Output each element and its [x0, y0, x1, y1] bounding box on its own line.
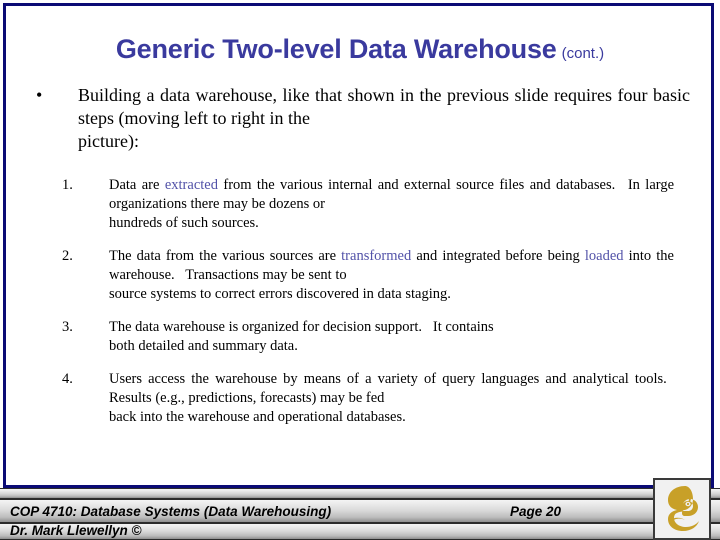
- step-1-line-1-post: from the various internal and external s…: [217, 177, 525, 193]
- intro-bullet-text: Building a data warehouse, like that sho…: [78, 84, 690, 153]
- footer-author-label: Dr. Mark Llewellyn ©: [10, 523, 142, 538]
- step-2-line-3: source systems to correct errors discove…: [109, 286, 451, 302]
- step-3-line-1: The data warehouse is organized for deci…: [109, 319, 494, 335]
- step-1-marker: 1.: [62, 177, 73, 193]
- step-2-line-1-post: and integrated: [411, 248, 501, 264]
- steps-list: 1. Data are extracted from the various i…: [62, 176, 674, 441]
- step-4-line-1: Users access the warehouse by means of a…: [109, 371, 540, 387]
- intro-bullet-line-1: Building a data warehouse, like that sho…: [78, 85, 509, 105]
- step-2-line-1-pre: The data from the various sources are: [109, 248, 342, 264]
- page-title-continued-label: (cont.): [561, 45, 605, 62]
- step-2-line-2-pre: before being: [505, 248, 585, 264]
- step-1-text: Data are extracted from the various inte…: [109, 176, 674, 233]
- list-item: 2. The data from the various sources are…: [62, 247, 674, 304]
- list-item: 3. The data warehouse is organized for d…: [62, 318, 674, 356]
- footer-course-label: COP 4710: Database Systems (Data Warehou…: [10, 503, 332, 519]
- footer-author-bar: Dr. Mark Llewellyn ©: [0, 523, 720, 540]
- page-title-main: Generic Two-level Data Warehouse: [115, 34, 557, 64]
- step-2-marker: 2.: [62, 248, 73, 264]
- slide-canvas: Generic Two-level Data Warehouse (cont.) …: [0, 0, 720, 540]
- footer-info-bar: COP 4710: Database Systems (Data Warehou…: [0, 499, 720, 523]
- footer-page-number: Page 20: [510, 503, 562, 519]
- step-1-line-1-pre: Data are: [109, 177, 165, 193]
- step-2-keyword-loaded: loaded: [584, 248, 624, 264]
- intro-bullet-line-3: picture):: [78, 131, 139, 151]
- step-2-keyword-transformed: transformed: [341, 248, 412, 264]
- list-item: 1. Data are extracted from the various i…: [62, 176, 674, 233]
- step-4-text: Users access the warehouse by means of a…: [109, 370, 674, 427]
- step-3-line-2: both detailed and summary data.: [109, 338, 298, 354]
- step-4-marker: 4.: [62, 371, 73, 387]
- step-2-text: The data from the various sources are tr…: [109, 247, 674, 304]
- page-title: Generic Two-level Data Warehouse (cont.): [0, 34, 720, 65]
- intro-bullet: • Building a data warehouse, like that s…: [30, 84, 690, 153]
- step-3-marker: 3.: [62, 319, 73, 335]
- step-1-line-3: hundreds of such sources.: [109, 215, 259, 231]
- footer-divider-bar: [0, 488, 720, 499]
- slide-footer: COP 4710: Database Systems (Data Warehou…: [0, 488, 720, 540]
- bullet-marker-icon: •: [36, 85, 43, 105]
- ucf-pegasus-logo-icon: [653, 478, 711, 540]
- list-item: 4. Users access the warehouse by means o…: [62, 370, 674, 427]
- step-4-line-3: back into the warehouse and operational …: [109, 409, 406, 425]
- step-3-text: The data warehouse is organized for deci…: [109, 318, 674, 356]
- step-1-keyword-extracted: extracted: [164, 177, 218, 193]
